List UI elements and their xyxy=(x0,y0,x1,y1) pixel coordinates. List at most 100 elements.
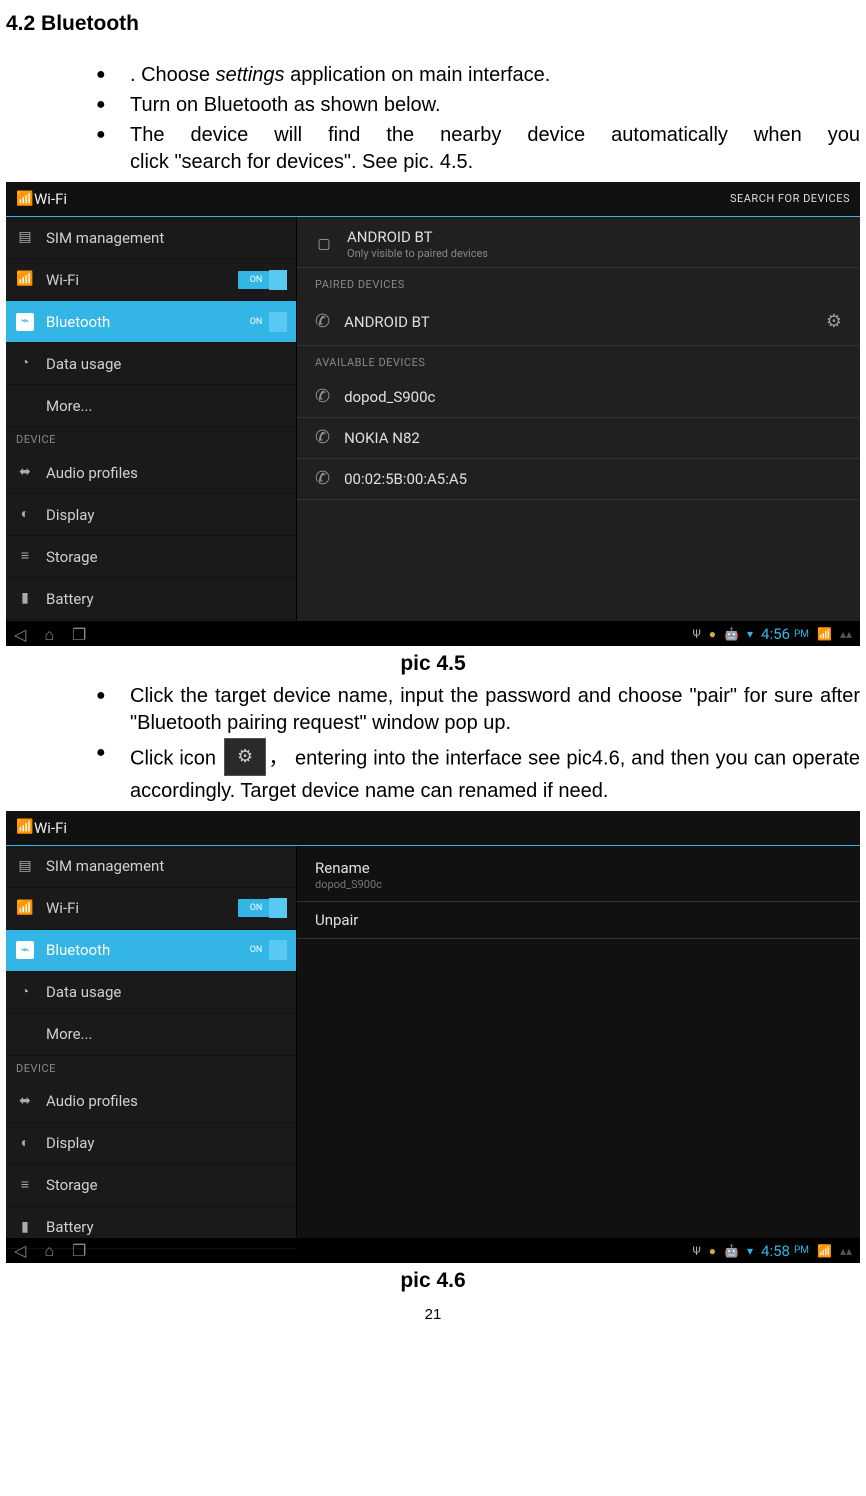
data-usage-icon: ◔ xyxy=(16,983,34,1001)
sidebar-label: More... xyxy=(46,1024,92,1044)
phone-icon xyxy=(315,310,330,334)
sidebar-item-audio[interactable]: ⬌Audio profiles xyxy=(6,1081,296,1123)
home-button[interactable]: ⌂ xyxy=(44,1240,54,1262)
bluetooth-icon: ⌁ xyxy=(16,313,34,331)
figure-caption: pic 4.5 xyxy=(6,650,860,678)
settings-sidebar: ▤SIM management 📶Wi-FiON ⌁ Bluetooth ON ◔ D… xyxy=(6,217,297,621)
bullet-item: . Choose settings application on main in… xyxy=(96,62,860,89)
settings-icon[interactable]: ⚙ xyxy=(826,310,842,334)
wifi-icon: 📶 xyxy=(16,190,34,208)
data-usage-icon: ◔ xyxy=(16,355,34,373)
sidebar-item-data-usage[interactable]: ◔ Data usage xyxy=(6,972,296,1014)
unpair-option[interactable]: Unpair xyxy=(297,902,860,939)
audio-icon: ⬌ xyxy=(16,464,34,482)
screen-title: Wi-Fi xyxy=(34,818,67,838)
system-bar: ◁ ⌂ ❐ Ψ ● 🤖 ▾ 4:56PM 📶 ▴▴ xyxy=(6,621,860,646)
sidebar-item-bluetooth[interactable]: ⌁ Bluetooth ON xyxy=(6,930,296,972)
wifi-toggle[interactable]: ON xyxy=(238,271,286,289)
page-number: 21 xyxy=(6,1305,860,1325)
available-devices-header: AVAILABLE DEVICES xyxy=(297,346,860,377)
wifi-toggle[interactable]: ON xyxy=(238,899,286,917)
sidebar-header-device: DEVICE xyxy=(6,427,296,452)
sidebar-label: Bluetooth xyxy=(46,940,110,960)
sidebar-item-bluetooth[interactable]: ⌁ Bluetooth ON xyxy=(6,301,296,343)
phone-icon xyxy=(315,467,330,491)
battery-icon: ▮ xyxy=(16,1218,34,1236)
sidebar-label: Display xyxy=(46,505,94,525)
screenshot-pic-4-6: 📶 Wi-Fi ▤SIM management 📶 Wi-Fi ON ⌁ Blueto… xyxy=(6,811,860,1263)
wifi-status-icon: 📶 xyxy=(817,626,832,642)
display-icon: ◐ xyxy=(16,1134,34,1152)
sidebar-item-sim[interactable]: ▤SIM management xyxy=(6,846,296,888)
bullet-item: Click the target device name, input the … xyxy=(96,683,860,737)
usb-icon: Ψ xyxy=(692,626,700,642)
clock: 4:58 xyxy=(761,1241,790,1261)
back-button[interactable]: ◁ xyxy=(14,1240,26,1262)
device-name: dopod_S900c xyxy=(344,387,435,407)
paired-devices-header: PAIRED DEVICES xyxy=(297,268,860,299)
display-icon: ◐ xyxy=(16,506,34,524)
screen-title: Wi-Fi xyxy=(34,189,67,209)
recent-button[interactable]: ❐ xyxy=(72,624,86,646)
sidebar-item-audio[interactable]: ⬌ Audio profiles xyxy=(6,452,296,494)
available-device-row[interactable]: 00:02:5B:00:A5:A5 xyxy=(297,459,860,500)
device-options-pane: Rename dopod_S900c Unpair xyxy=(297,846,860,1238)
own-device-row[interactable]: ▢ ANDROID BT Only visible to paired devi… xyxy=(297,221,860,268)
sidebar-item-more[interactable]: More... xyxy=(6,385,296,427)
sidebar-item-storage[interactable]: ≡Storage xyxy=(6,1165,296,1207)
bluetooth-toggle[interactable]: ON xyxy=(238,313,286,331)
android-icon: 🤖 xyxy=(724,626,739,642)
more-icon xyxy=(16,397,34,415)
sidebar-item-wifi[interactable]: 📶Wi-FiON xyxy=(6,259,296,301)
wifi-icon: 📶 xyxy=(16,899,34,917)
rename-option[interactable]: Rename dopod_S900c xyxy=(297,850,860,902)
bullet-text: application on main interface. xyxy=(285,64,551,86)
sidebar-item-more[interactable]: More... xyxy=(6,1014,296,1056)
sidebar-item-battery[interactable]: ▮Battery xyxy=(6,578,296,620)
signal-icon: ▴▴ xyxy=(840,626,852,642)
bullet-item: The device will find the nearby device a… xyxy=(96,122,860,176)
recent-button[interactable]: ❐ xyxy=(72,1240,86,1262)
sidebar-item-sim[interactable]: ▤SIM management xyxy=(6,217,296,259)
status-dot-icon: ● xyxy=(709,1243,716,1259)
device-name: 00:02:5B:00:A5:A5 xyxy=(344,469,467,489)
back-button[interactable]: ◁ xyxy=(14,624,26,646)
sidebar-label: Audio profiles xyxy=(46,463,138,483)
bullet-list-mid: Click the target device name, input the … xyxy=(6,683,860,805)
bullet-item: Turn on Bluetooth as shown below. xyxy=(96,92,860,119)
figure-caption: pic 4.6 xyxy=(6,1267,860,1295)
sidebar-label: SIM management xyxy=(46,228,164,248)
sidebar-label: Data usage xyxy=(46,354,121,374)
android-icon: 🤖 xyxy=(724,1243,739,1259)
sidebar-label: Bluetooth xyxy=(46,312,110,332)
action-bar: 📶 Wi-Fi SEARCH FOR DEVICES xyxy=(6,182,860,217)
settings-slider-icon: ⚙ xyxy=(224,738,266,776)
available-device-row[interactable]: NOKIA N82 xyxy=(297,418,860,459)
download-icon: ▾ xyxy=(747,626,753,642)
sidebar-label: Wi-Fi xyxy=(46,898,79,918)
sidebar-label: Data usage xyxy=(46,982,121,1002)
paired-device-row[interactable]: ANDROID BT ⚙ xyxy=(297,299,860,346)
sidebar-label: Battery xyxy=(46,589,94,609)
bluetooth-toggle[interactable]: ON xyxy=(238,941,286,959)
wifi-status-icon: 📶 xyxy=(817,1243,832,1259)
sidebar-item-data-usage[interactable]: ◔ Data usage xyxy=(6,343,296,385)
settings-sidebar: ▤SIM management 📶 Wi-Fi ON ⌁ Bluetooth ON ◔ D… xyxy=(6,846,297,1238)
sidebar-item-display[interactable]: ◐ Display xyxy=(6,494,296,536)
option-subtitle: dopod_S900c xyxy=(315,878,842,893)
sidebar-item-wifi[interactable]: 📶 Wi-Fi ON xyxy=(6,888,296,930)
action-bar: 📶 Wi-Fi xyxy=(6,811,860,846)
home-button[interactable]: ⌂ xyxy=(44,624,54,646)
search-for-devices-button[interactable]: SEARCH FOR DEVICES xyxy=(730,192,850,207)
phone-icon xyxy=(315,385,330,409)
bluetooth-icon: ⌁ xyxy=(16,941,34,959)
bluetooth-devices-pane: ▢ ANDROID BT Only visible to paired devi… xyxy=(297,217,860,621)
status-icons: Ψ ● 🤖 ▾ 4:56PM 📶 ▴▴ xyxy=(692,624,852,644)
sidebar-item-storage[interactable]: ≡Storage xyxy=(6,536,296,578)
clock: 4:56 xyxy=(761,624,790,644)
available-device-row[interactable]: dopod_S900c xyxy=(297,377,860,418)
phone-icon xyxy=(315,426,330,450)
sidebar-item-display[interactable]: ◐Display xyxy=(6,1123,296,1165)
audio-icon: ⬌ xyxy=(16,1092,34,1110)
device-subtext: Only visible to paired devices xyxy=(347,247,488,262)
